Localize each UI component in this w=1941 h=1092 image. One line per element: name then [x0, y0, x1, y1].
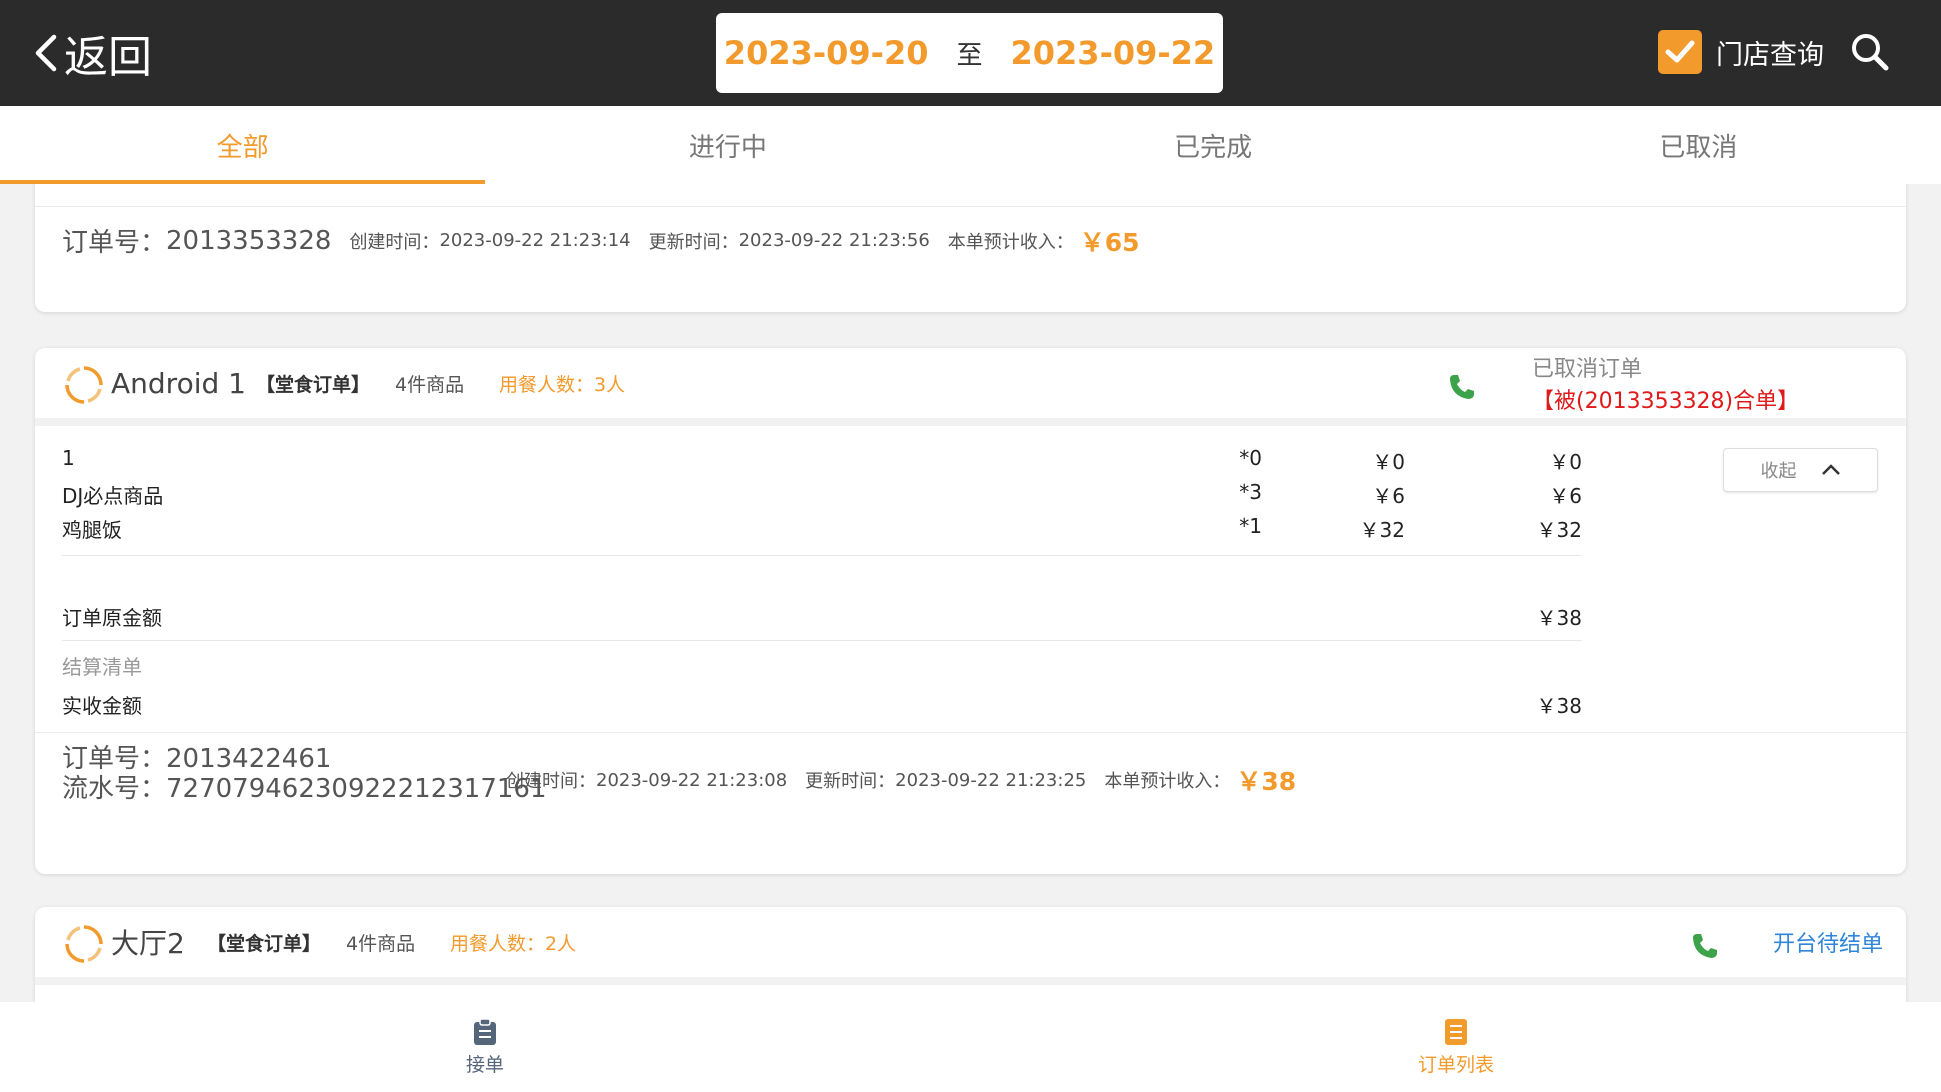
search-icon[interactable]	[1850, 32, 1890, 76]
original-amount: ￥38	[1536, 606, 1582, 630]
item-count: 4件商品	[395, 373, 465, 396]
top-bar: 返回 2023-09-20 至 2023-09-22 门店查询	[0, 0, 1941, 106]
diner-count: 用餐人数：2人	[450, 932, 577, 955]
item-price: ￥0	[1372, 450, 1405, 474]
updated-time: 2023-09-22 21:23:25	[895, 769, 1087, 791]
list-icon	[1445, 1019, 1467, 1045]
store-query-toggle[interactable]: 门店查询	[1658, 30, 1824, 74]
income-value: ￥65	[1079, 227, 1140, 257]
updated-time: 2023-09-22 21:23:56	[738, 230, 930, 251]
item-qty: *0	[1239, 446, 1262, 470]
checkbox-checked-icon[interactable]	[1658, 30, 1702, 74]
received-label: 实收金额	[62, 694, 142, 718]
tab-cancelled[interactable]: 已取消	[1456, 106, 1941, 184]
status-text: 已取消订单	[1532, 357, 1643, 382]
order-card: 大厅2 【堂食订单】 4件商品 用餐人数：2人 开台待结单	[35, 907, 1906, 1002]
item-total: ￥0	[1549, 450, 1582, 474]
table-name: Android 1	[111, 366, 246, 400]
order-list[interactable]: 订单号： 2013353328 创建时间： 2023-09-22 21:23:1…	[0, 184, 1941, 1002]
nav-label: 订单列表	[1417, 1054, 1494, 1076]
collapse-label: 收起	[1760, 461, 1797, 482]
nav-label: 接单	[465, 1054, 504, 1076]
updated-label: 更新时间：	[648, 231, 739, 253]
date-range-picker[interactable]: 2023-09-20 至 2023-09-22	[716, 13, 1223, 93]
order-type-tag: 【堂食订单】	[256, 373, 371, 396]
order-status-action[interactable]: 开台待结单	[1773, 926, 1883, 958]
updated-label: 更新时间：	[805, 771, 896, 792]
income-label: 本单预计收入：	[1104, 771, 1231, 792]
serial-no: 727079462309222123171​61	[166, 774, 547, 804]
divider	[35, 206, 1906, 207]
order-meta: 订单号： 2013353328 创建时间： 2023-09-22 21:23:1…	[62, 222, 1140, 259]
item-price: ￥6	[1372, 484, 1405, 508]
created-label: 创建时间：	[349, 231, 440, 253]
order-number-block: 订单号：2013422461 流水号：727079462309222123171…	[62, 744, 546, 804]
date-end[interactable]: 2023-09-22	[1011, 34, 1216, 72]
phone-icon[interactable]	[1447, 372, 1477, 402]
divider	[62, 555, 1582, 556]
item-name: DJ必点商品	[62, 484, 164, 508]
order-card: Android 1 【堂食订单】 4件商品 用餐人数：3人 已取消订单【被(20…	[35, 348, 1906, 874]
bottom-nav: 接单 订单列表	[0, 1002, 1941, 1092]
table-name: 大厅2	[111, 927, 185, 960]
tab-all[interactable]: 全部	[0, 106, 486, 184]
order-type-tag: 【堂食订单】	[207, 932, 322, 955]
collapse-button[interactable]: 收起	[1723, 448, 1878, 492]
income-label: 本单预计收入：	[947, 231, 1074, 253]
settlement-label: 结算清单	[62, 655, 142, 679]
income-value: ￥38	[1236, 767, 1297, 796]
order-no: 2013353328	[166, 225, 332, 256]
order-card-header: 大厅2 【堂食订单】 4件商品 用餐人数：2人 开台待结单	[35, 907, 1906, 985]
created-time: 2023-09-22 21:23:08	[596, 769, 788, 791]
chevron-left-icon	[35, 34, 57, 72]
order-no: 2013422461	[166, 744, 332, 774]
date-separator: 至	[956, 40, 983, 71]
clipboard-icon	[474, 1018, 496, 1045]
item-name: 鸡腿饭	[62, 518, 122, 542]
tab-in-progress[interactable]: 进行中	[485, 106, 970, 184]
refresh-icon	[65, 925, 103, 963]
order-meta: 创建时间： 2023-09-22 21:23:08 更新时间： 2023-09-…	[506, 762, 1296, 798]
back-label: 返回	[64, 32, 152, 83]
item-price: ￥32	[1359, 518, 1405, 542]
store-query-label: 门店查询	[1716, 39, 1824, 71]
back-button[interactable]: 返回	[32, 26, 152, 83]
chevron-up-icon	[1821, 464, 1840, 475]
status-note: 【被(2013353328)合单】	[1532, 389, 1800, 414]
original-amount-label: 订单原金额	[62, 606, 162, 630]
order-card: 订单号： 2013353328 创建时间： 2023-09-22 21:23:1…	[35, 184, 1906, 312]
nav-accept-orders[interactable]: 接单	[425, 1018, 545, 1077]
serial-label: 流水号：	[62, 774, 167, 804]
received-amount: ￥38	[1536, 694, 1582, 718]
created-label: 创建时间：	[506, 771, 596, 792]
nav-order-list[interactable]: 订单列表	[1396, 1018, 1516, 1077]
created-time: 2023-09-22 21:23:14	[439, 230, 631, 251]
item-qty: *3	[1239, 480, 1262, 504]
item-count: 4件商品	[346, 932, 416, 955]
item-total: ￥6	[1549, 484, 1582, 508]
item-name: 1	[62, 446, 75, 470]
divider	[62, 640, 1582, 641]
order-status: 已取消订单【被(2013353328)合单】	[1532, 351, 1906, 415]
item-total: ￥32	[1536, 518, 1582, 542]
diner-count: 用餐人数：3人	[499, 373, 626, 396]
item-qty: *1	[1239, 514, 1262, 538]
divider	[35, 732, 1906, 733]
order-card-header: Android 1 【堂食订单】 4件商品 用餐人数：3人 已取消订单【被(20…	[35, 348, 1906, 426]
status-tabs: 全部 进行中 已完成 已取消	[0, 106, 1941, 184]
phone-icon[interactable]	[1690, 931, 1720, 961]
order-no-label: 订单号：	[62, 228, 167, 258]
order-no-label: 订单号：	[62, 744, 167, 774]
date-start[interactable]: 2023-09-20	[724, 34, 929, 72]
refresh-icon	[65, 366, 103, 404]
tab-completed[interactable]: 已完成	[971, 106, 1456, 184]
